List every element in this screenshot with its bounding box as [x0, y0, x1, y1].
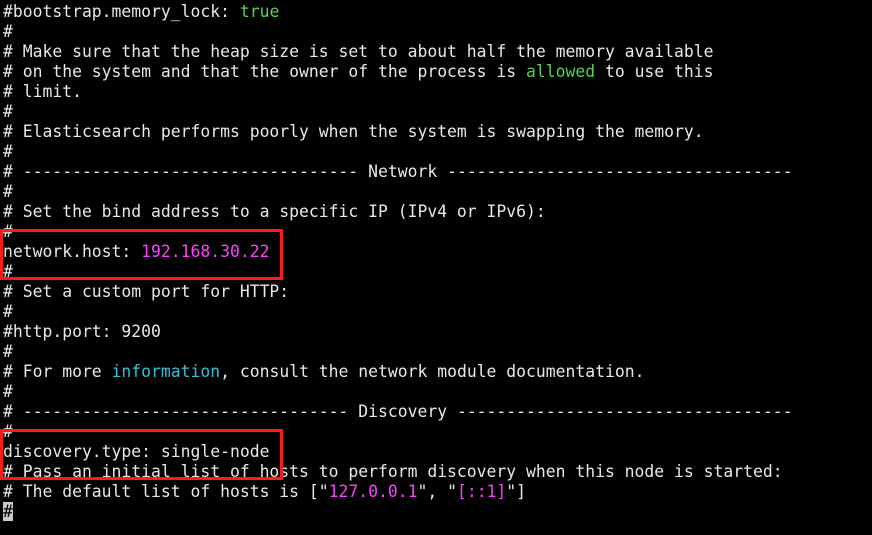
config-line: # Make sure that the heap size is set to… — [3, 42, 869, 62]
line-segment: # — [3, 102, 13, 121]
line-segment: #http.port: 9200 — [3, 322, 161, 341]
line-segment: # — [3, 142, 13, 161]
line-segment: # Set a custom port for HTTP: — [3, 282, 290, 301]
config-line: # Set a custom port for HTTP: — [3, 282, 869, 302]
highlight-box-discovery-type — [0, 429, 283, 480]
config-line: #http.port: 9200 — [3, 322, 869, 342]
line-segment: # — [3, 182, 13, 201]
config-line: # — [3, 382, 869, 402]
line-segment: allowed — [526, 62, 596, 81]
line-segment: # — [3, 302, 13, 321]
config-line: # — [3, 102, 869, 122]
config-line: # — [3, 182, 869, 202]
config-line: # limit. — [3, 82, 869, 102]
line-segment: # For more — [3, 362, 112, 381]
line-segment: # The default list of hosts is [" — [3, 482, 329, 501]
line-segment: # Set the bind address to a specific IP … — [3, 202, 546, 221]
line-segment: #bootstrap.memory_lock: — [3, 2, 240, 21]
line-segment: # — [3, 342, 13, 361]
line-segment: ", " — [417, 482, 457, 501]
line-segment: information — [111, 362, 221, 381]
line-segment: # Elasticsearch performs poorly when the… — [3, 122, 704, 141]
config-line: # — [3, 22, 869, 42]
line-segment: "] — [506, 482, 527, 501]
line-segment: # limit. — [3, 82, 82, 101]
line-segment: # on the system and that the owner of th… — [3, 62, 527, 81]
text-cursor: # — [3, 502, 13, 521]
config-line: # Elasticsearch performs poorly when the… — [3, 122, 869, 142]
highlight-box-network-host — [0, 229, 283, 280]
line-segment: true — [239, 2, 280, 21]
config-line: # — [3, 502, 869, 522]
config-line: # --------------------------------- Disc… — [3, 402, 869, 422]
config-line: # — [3, 302, 869, 322]
line-segment: 127.0.0.1 — [328, 482, 418, 501]
config-line: # Set the bind address to a specific IP … — [3, 202, 869, 222]
line-segment: to use this — [595, 62, 714, 81]
line-segment: # ---------------------------------- Net… — [3, 162, 793, 181]
line-segment: # — [3, 382, 13, 401]
config-line: # — [3, 142, 869, 162]
config-line: #bootstrap.memory_lock: true — [3, 2, 869, 22]
line-segment: [::1] — [456, 482, 507, 501]
line-segment: # — [3, 22, 13, 41]
config-line: # ---------------------------------- Net… — [3, 162, 869, 182]
config-line: # For more information, consult the netw… — [3, 362, 869, 382]
line-segment: # --------------------------------- Disc… — [3, 402, 793, 421]
config-line: # — [3, 342, 869, 362]
line-segment: # Make sure that the heap size is set to… — [3, 42, 714, 61]
line-segment: , consult the network module documentati… — [220, 362, 645, 381]
config-line: # on the system and that the owner of th… — [3, 62, 869, 82]
config-line: # The default list of hosts is ["127.0.0… — [3, 482, 869, 502]
